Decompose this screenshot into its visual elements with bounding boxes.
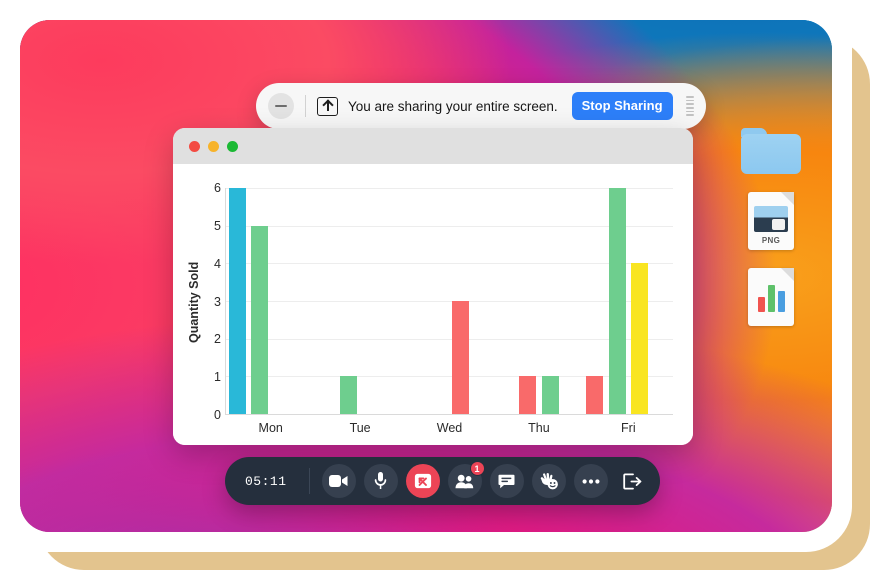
bar bbox=[586, 376, 604, 414]
camera-button[interactable] bbox=[321, 464, 356, 498]
x-axis-ticks: Mon Tue Wed Thu Fri bbox=[226, 421, 673, 435]
bar-slot bbox=[628, 188, 650, 414]
bar-slot bbox=[539, 188, 561, 414]
microphone-icon bbox=[374, 472, 387, 489]
y-tick-label: 2 bbox=[214, 332, 221, 347]
chart-file-icon bbox=[748, 268, 794, 326]
raise-hand-emoji-icon bbox=[540, 472, 558, 489]
meeting-bar-divider bbox=[308, 468, 310, 494]
x-tick-label: Mon bbox=[258, 421, 283, 435]
bar-slot bbox=[248, 188, 270, 414]
bar bbox=[340, 376, 358, 414]
exit-arrow-icon bbox=[623, 473, 642, 489]
shared-app-window: Quantity Sold 0 1 2 3 4 5 6 Mon Tue Wed Thu Fri bbox=[173, 128, 693, 445]
bar-slot bbox=[293, 188, 315, 414]
bar-slot bbox=[584, 188, 606, 414]
bar-slot bbox=[450, 188, 472, 414]
desktop-screen: PNG You are sharing your entire screen. … bbox=[20, 20, 832, 532]
bar-slot bbox=[472, 188, 494, 414]
x-tick-label: Wed bbox=[436, 421, 463, 435]
plot-area: Mon Tue Wed Thu Fri bbox=[225, 188, 673, 435]
bar bbox=[251, 225, 269, 414]
maximize-window-button[interactable] bbox=[227, 140, 238, 152]
bar-slot bbox=[405, 188, 427, 414]
meeting-timer: 05:11 bbox=[245, 473, 287, 489]
bar bbox=[228, 188, 246, 414]
y-axis-label: Quantity Sold bbox=[187, 260, 201, 343]
microphone-button[interactable] bbox=[363, 464, 398, 498]
close-window-button[interactable] bbox=[189, 140, 200, 152]
bar-slot bbox=[338, 188, 360, 414]
minimize-share-bar-button[interactable] bbox=[268, 93, 294, 119]
bar bbox=[541, 376, 559, 414]
x-tick-label: Fri bbox=[621, 421, 636, 435]
minus-icon bbox=[275, 104, 287, 108]
stop-sharing-button[interactable]: Stop Sharing bbox=[571, 92, 673, 120]
participants-button[interactable]: 1 bbox=[447, 461, 485, 498]
bar-group bbox=[226, 188, 315, 414]
chat-bubble-icon bbox=[498, 474, 515, 488]
png-file-icon: PNG bbox=[748, 192, 794, 250]
bar-slot bbox=[360, 188, 382, 414]
y-tick-label: 4 bbox=[214, 256, 221, 271]
bar-group bbox=[494, 188, 583, 414]
bar-group bbox=[315, 188, 404, 414]
x-tick-label: Tue bbox=[349, 421, 371, 435]
stop-screenshare-button[interactable] bbox=[405, 464, 440, 498]
bar-slot bbox=[494, 188, 516, 414]
leave-meeting-button[interactable] bbox=[616, 464, 650, 498]
bar bbox=[452, 301, 470, 414]
bar bbox=[519, 376, 537, 414]
bar-groups bbox=[226, 188, 673, 414]
share-status-text: You are sharing your entire screen. bbox=[348, 98, 558, 114]
bar-slot bbox=[517, 188, 539, 414]
bar-group bbox=[584, 188, 673, 414]
desktop-icon-column: PNG bbox=[732, 128, 810, 326]
drag-handle-icon[interactable] bbox=[685, 96, 694, 116]
video-camera-icon bbox=[329, 475, 348, 487]
bar-slot bbox=[315, 188, 337, 414]
screen-share-bar: You are sharing your entire screen. Stop… bbox=[256, 83, 706, 129]
bar-slot bbox=[606, 188, 628, 414]
device-frame: PNG You are sharing your entire screen. … bbox=[0, 0, 852, 552]
bar-slot bbox=[226, 188, 248, 414]
y-tick-label: 6 bbox=[214, 181, 221, 195]
desktop-icon-chart-file[interactable] bbox=[739, 268, 803, 326]
desktop-icon-folder[interactable] bbox=[739, 128, 803, 174]
y-tick-label: 5 bbox=[214, 218, 221, 233]
bar bbox=[631, 263, 648, 414]
bar-slot bbox=[427, 188, 449, 414]
y-tick-label: 1 bbox=[214, 370, 221, 385]
reactions-button[interactable] bbox=[531, 464, 566, 498]
meeting-control-bar: 05:11 1 bbox=[225, 457, 660, 505]
screen-share-icon bbox=[317, 96, 338, 116]
png-file-label: PNG bbox=[761, 236, 781, 245]
chart-area: Quantity Sold 0 1 2 3 4 5 6 Mon Tue Wed Thu Fri bbox=[173, 164, 693, 445]
share-bar-divider bbox=[305, 95, 306, 117]
y-tick-label: 3 bbox=[214, 294, 221, 309]
minimize-window-button[interactable] bbox=[208, 140, 219, 152]
bar-slot bbox=[651, 188, 673, 414]
more-options-button[interactable] bbox=[573, 464, 608, 498]
window-titlebar bbox=[173, 128, 693, 164]
folder-icon bbox=[741, 128, 801, 174]
bar-slot bbox=[271, 188, 293, 414]
y-axis-ticks: 0 1 2 3 4 5 6 bbox=[205, 181, 225, 422]
people-icon bbox=[455, 474, 474, 488]
stop-screenshare-icon bbox=[414, 473, 431, 489]
ellipsis-icon bbox=[582, 478, 600, 484]
screenshot-stage: PNG You are sharing your entire screen. … bbox=[0, 0, 870, 570]
chat-button[interactable] bbox=[489, 464, 524, 498]
participants-badge: 1 bbox=[469, 461, 485, 476]
bar-slot bbox=[561, 188, 583, 414]
x-tick-label: Thu bbox=[528, 421, 550, 435]
bar-group bbox=[405, 188, 494, 414]
bar-slot bbox=[382, 188, 404, 414]
y-tick-label: 0 bbox=[214, 408, 221, 422]
desktop-icon-png-file[interactable]: PNG bbox=[739, 192, 803, 250]
bar bbox=[608, 188, 626, 414]
